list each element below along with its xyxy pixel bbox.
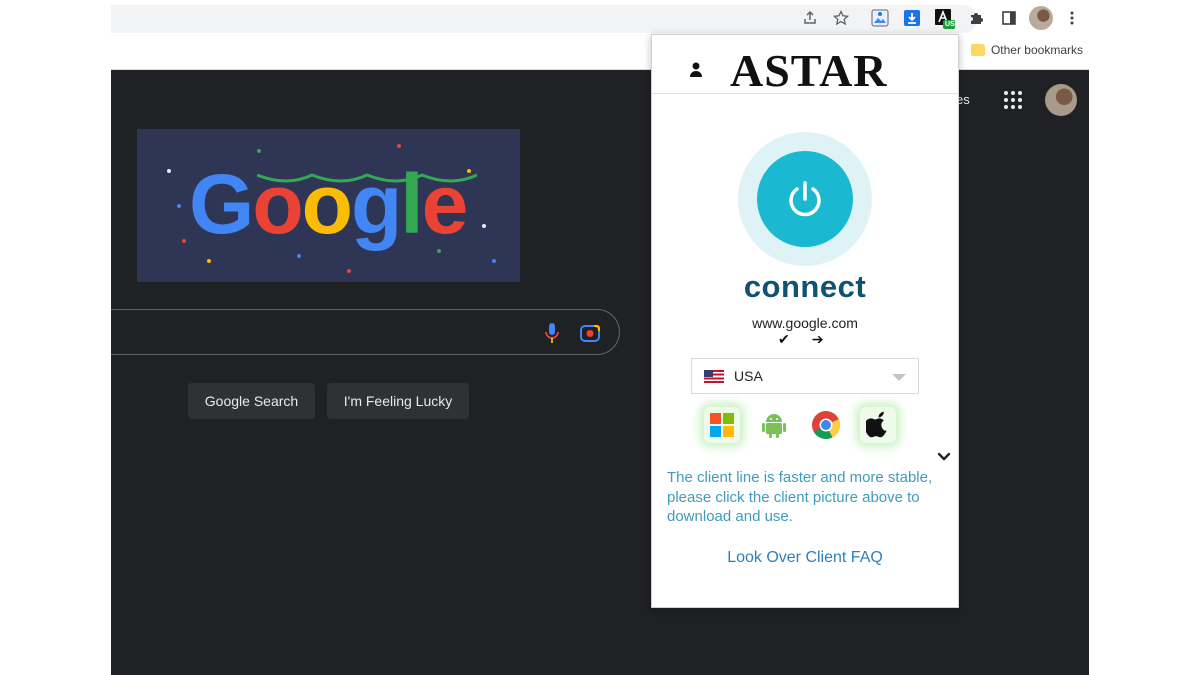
account-avatar[interactable] [1045, 84, 1077, 116]
status-row: ✔ ➔ [778, 331, 823, 348]
dropdown-caret-icon [892, 374, 906, 381]
astar-vpn-popup: ASTAR connect www.google.com ✔ ➔ USA The… [651, 34, 959, 608]
side-panel-icon[interactable] [998, 7, 1020, 29]
other-bookmarks-folder[interactable]: Other bookmarks [970, 43, 1083, 57]
brand-logo: ASTAR [730, 45, 888, 96]
windows-icon[interactable] [704, 407, 740, 443]
android-icon[interactable] [756, 407, 792, 443]
power-button[interactable] [757, 151, 853, 247]
us-flag-icon [704, 369, 724, 383]
feeling-lucky-button[interactable]: I'm Feeling Lucky [327, 383, 469, 419]
popup-header: ASTAR [652, 35, 958, 96]
user-icon[interactable] [688, 61, 704, 79]
microphone-icon[interactable] [545, 322, 559, 349]
download-extension-icon[interactable] [901, 7, 923, 29]
image-extension-icon[interactable] [869, 7, 891, 29]
chrome-icon[interactable] [808, 407, 844, 443]
google-search-input[interactable] [111, 309, 620, 355]
country-select[interactable]: USA [691, 358, 919, 394]
power-icon [789, 181, 821, 217]
other-bookmarks-label: Other bookmarks [990, 43, 1083, 57]
country-value: USA [734, 368, 763, 384]
power-button-halo [738, 132, 872, 266]
check-icon: ✔ [778, 331, 790, 347]
browser-toolbar: US [111, 0, 1089, 34]
profile-avatar[interactable] [1029, 6, 1053, 30]
star-icon[interactable] [830, 7, 852, 29]
connect-status-label: connect [743, 269, 867, 304]
arrow-right-icon: ➔ [811, 331, 824, 347]
extension-badge: US [945, 21, 955, 28]
google-doodle[interactable]: Google [137, 129, 520, 282]
kebab-menu-icon[interactable] [1061, 7, 1083, 29]
client-download-tip: The client line is faster and more stabl… [667, 469, 933, 525]
astar-extension-icon[interactable]: US [933, 7, 955, 29]
share-icon[interactable] [799, 7, 821, 29]
camera-lens-icon[interactable] [579, 322, 601, 349]
folder-icon [970, 44, 985, 56]
client-platform-row [704, 407, 896, 443]
google-logo-text: Google [189, 157, 468, 251]
current-site-url: www.google.com [752, 315, 858, 331]
apple-icon[interactable] [860, 407, 896, 443]
puzzle-icon[interactable] [966, 7, 988, 29]
client-faq-link[interactable]: Look Over Client FAQ [652, 549, 958, 567]
screenshot-stage: US Other bookmarks es Google Google Sear… [0, 0, 1200, 675]
apps-grid-icon[interactable] [1004, 91, 1022, 109]
google-search-button[interactable]: Google Search [188, 383, 315, 419]
chevron-down-icon[interactable] [936, 449, 952, 465]
